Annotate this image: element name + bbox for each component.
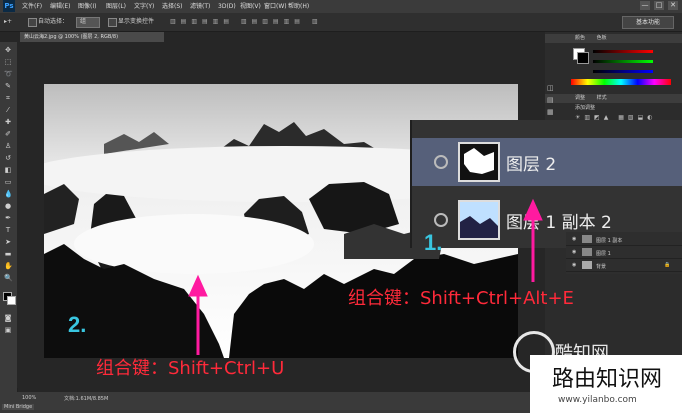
watermark-url: www.yilanbo.com (558, 395, 637, 405)
watermark-site-name: 路由知识网 (552, 367, 663, 392)
step2-number: 2. (68, 312, 87, 337)
step2-shortcut: 组合键：Shift+Ctrl+U (96, 358, 285, 379)
arrow-head-2 (188, 274, 208, 297)
arrow-head-1 (523, 198, 543, 221)
watermark-yilanbo: 路由知识网 www.yilanbo.com (530, 355, 682, 413)
step1-number: 1. (424, 230, 443, 255)
step1-shortcut: 组合键：Shift+Ctrl+Alt+E (348, 288, 574, 309)
